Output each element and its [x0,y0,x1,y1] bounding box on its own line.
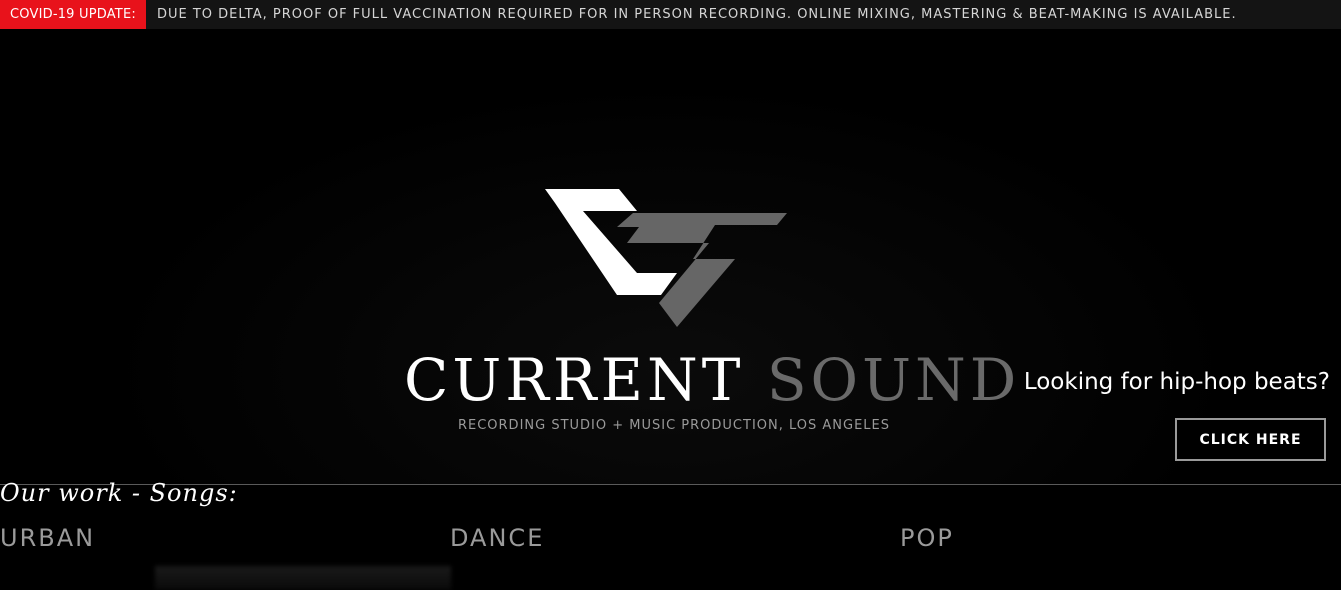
genre-urban-heading: URBAN [0,524,96,552]
brand-tagline: RECORDING STUDIO + MUSIC PRODUCTION, LOS… [457,418,891,433]
announcement-bar: COVID-19 UPDATE: DUE TO DELTA, PROOF OF … [0,0,1341,29]
logo-gray-shape [617,213,787,327]
genre-dance-heading: DANCE [450,524,545,552]
brand-word-current: CURRENT [404,346,745,414]
genre-pop-heading: POP [900,524,954,552]
announcement-message: DUE TO DELTA, PROOF OF FULL VACCINATION … [156,7,1237,22]
brand-title: CURRENT SOUND [404,346,1016,414]
cs-monogram-icon[interactable] [543,187,789,329]
beats-promo-text: Looking for hip-hop beats? [1023,369,1330,395]
our-work-heading: Our work - Songs: [0,479,238,507]
song-thumbnail-preview[interactable] [155,566,451,590]
brand-word-sound: SOUND [766,346,1021,414]
announcement-tag: COVID-19 UPDATE: [0,0,146,29]
click-here-button[interactable]: CLICK HERE [1175,418,1326,461]
